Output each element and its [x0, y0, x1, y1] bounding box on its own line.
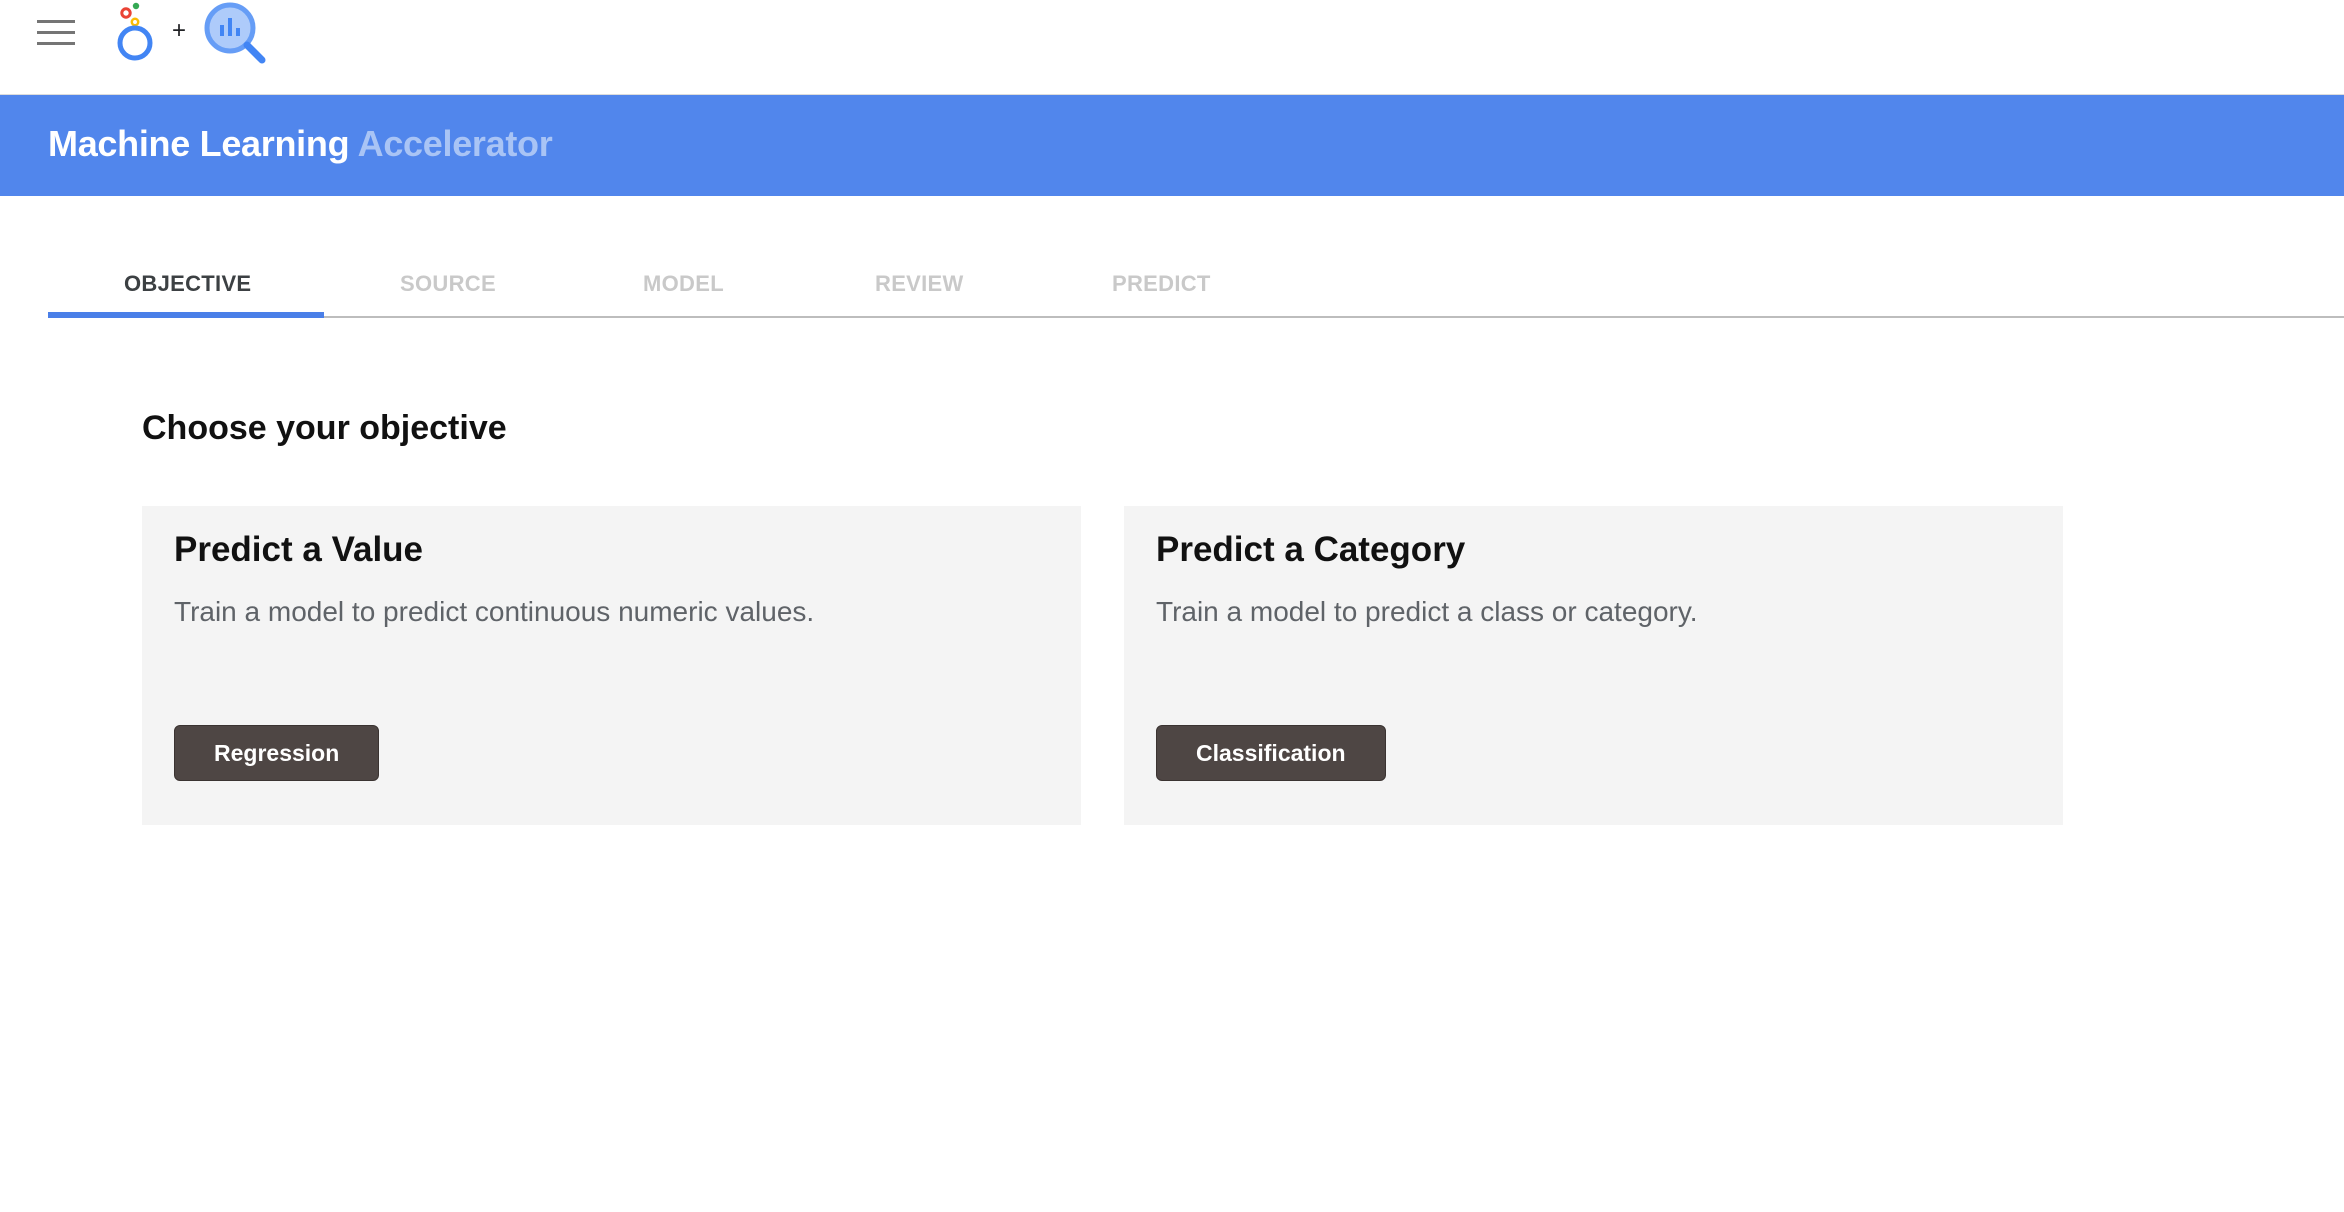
- tab-predict[interactable]: PREDICT: [1112, 270, 1211, 298]
- hamburger-menu-icon[interactable]: [37, 20, 75, 46]
- tab-source[interactable]: SOURCE: [400, 270, 496, 298]
- card-description: Train a model to predict continuous nume…: [174, 596, 815, 627]
- regression-button[interactable]: Regression: [174, 725, 380, 781]
- app-title-secondary: Accelerator: [357, 123, 553, 164]
- looker-logo-icon: [117, 2, 153, 61]
- bigquery-logo-icon: [204, 2, 266, 64]
- classification-button[interactable]: Classification: [1156, 725, 1386, 781]
- objective-card-value: Predict a Value Train a model to predict…: [142, 506, 1081, 825]
- card-title: Predict a Value: [174, 530, 424, 569]
- tab-model[interactable]: MODEL: [643, 270, 724, 298]
- app-title: Machine Learning Accelerator: [48, 121, 553, 167]
- tab-objective[interactable]: OBJECTIVE: [124, 270, 251, 298]
- app-title-primary: Machine Learning: [48, 123, 350, 164]
- card-description: Train a model to predict a class or cate…: [1156, 596, 1698, 627]
- card-title: Predict a Category: [1156, 530, 1466, 569]
- objective-card-category: Predict a Category Train a model to pred…: [1124, 506, 2063, 825]
- active-tab-indicator: [48, 312, 324, 318]
- page-title: Choose your objective: [142, 409, 507, 447]
- step-tabs: OBJECTIVE SOURCE MODEL REVIEW PREDICT: [48, 250, 2344, 318]
- top-app-bar: +: [0, 0, 2344, 95]
- tab-review[interactable]: REVIEW: [875, 270, 964, 298]
- app-banner: Machine Learning Accelerator: [0, 95, 2344, 196]
- plus-sign: +: [172, 17, 187, 44]
